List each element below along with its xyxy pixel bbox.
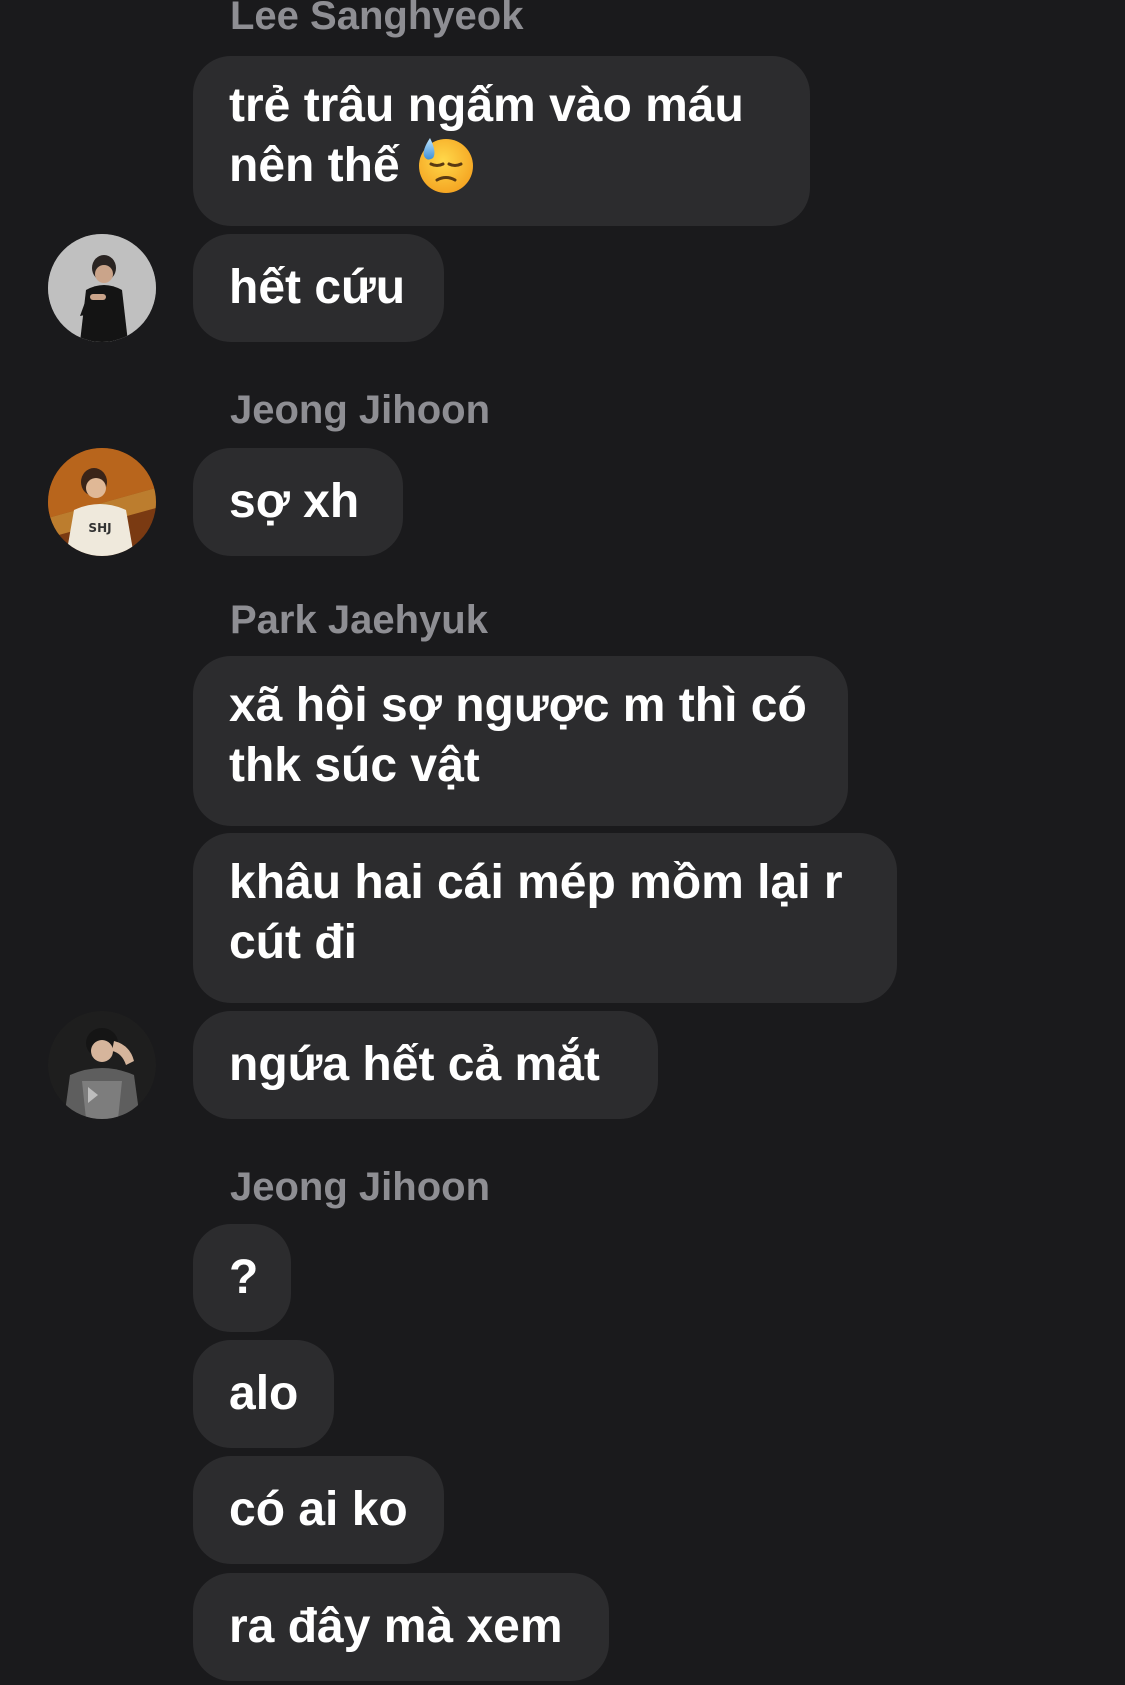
message-bubble[interactable]: sợ xh bbox=[193, 448, 403, 556]
message-line: cút đi bbox=[229, 916, 357, 969]
svg-text:SHJ: SHJ bbox=[88, 521, 111, 535]
sender-name: Park Jaehyuk bbox=[230, 598, 488, 642]
message-text: alo bbox=[229, 1367, 299, 1420]
avatar-jeong-jihoon[interactable]: SHJ bbox=[48, 448, 156, 556]
person-photo-icon: SHJ bbox=[48, 448, 156, 556]
message-line: xã hội sợ ngược m thì có bbox=[229, 679, 807, 732]
sender-name: Jeong Jihoon bbox=[230, 388, 490, 432]
message-line: trẻ trâu ngấm vào máu bbox=[229, 79, 744, 132]
message-bubble[interactable]: xã hội sợ ngược m thì có thk súc vật bbox=[193, 656, 848, 826]
message-line: nên thế bbox=[229, 139, 400, 192]
message-bubble[interactable]: hết cứu bbox=[193, 234, 444, 342]
message-bubble[interactable]: có ai ko bbox=[193, 1456, 444, 1564]
avatar-lee-sanghyeok[interactable] bbox=[48, 234, 156, 342]
message-bubble[interactable]: ra đây mà xem bbox=[193, 1573, 609, 1681]
avatar-park-jaehyuk[interactable] bbox=[48, 1011, 156, 1119]
message-bubble[interactable]: khâu hai cái mép mồm lại r cút đi bbox=[193, 833, 897, 1003]
message-text: có ai ko bbox=[229, 1483, 408, 1536]
message-text: khâu hai cái mép mồm lại r cút đi bbox=[229, 853, 843, 973]
person-photo-icon bbox=[48, 1011, 156, 1119]
message-line: khâu hai cái mép mồm lại r bbox=[229, 856, 843, 909]
message-bubble[interactable]: alo bbox=[193, 1340, 334, 1448]
person-photo-icon bbox=[48, 234, 156, 342]
message-text: trẻ trâu ngấm vào máu nên thế bbox=[229, 76, 744, 198]
message-text: sợ xh bbox=[229, 475, 360, 528]
sender-name: Jeong Jihoon bbox=[230, 1165, 490, 1209]
message-text: ? bbox=[229, 1251, 259, 1304]
downcast-face-with-sweat-icon bbox=[416, 134, 476, 194]
message-bubble[interactable]: trẻ trâu ngấm vào máu nên thế bbox=[193, 56, 810, 226]
message-bubble[interactable]: ngứa hết cả mắt bbox=[193, 1011, 658, 1119]
message-text: hết cứu bbox=[229, 261, 406, 314]
message-text: ra đây mà xem bbox=[229, 1600, 563, 1653]
message-text: xã hội sợ ngược m thì có thk súc vật bbox=[229, 676, 807, 796]
message-bubble[interactable]: ? bbox=[193, 1224, 291, 1332]
message-line: thk súc vật bbox=[229, 739, 480, 792]
sender-name: Lee Sanghyeok bbox=[230, 0, 524, 38]
message-text: ngứa hết cả mắt bbox=[229, 1038, 600, 1091]
